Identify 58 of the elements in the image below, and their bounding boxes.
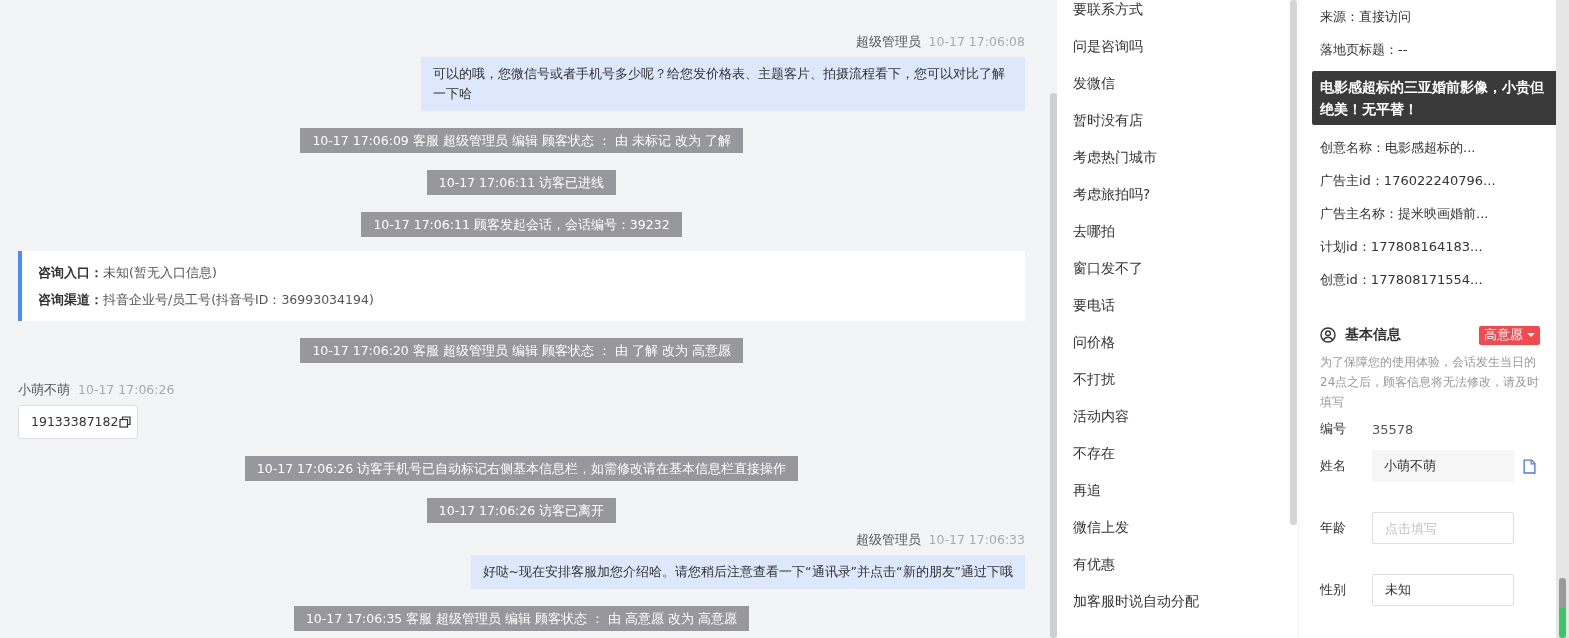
quick-reply-item[interactable]: 问价格 (1073, 324, 1290, 361)
quick-reply-item[interactable]: 加客服时说自动分配 (1073, 583, 1290, 620)
scrollbar-thumb[interactable] (1559, 578, 1566, 638)
sender-name: 超级管理员 (855, 33, 921, 51)
user-icon (1320, 327, 1336, 343)
field-label: 姓名 (1320, 457, 1347, 475)
copy-icon[interactable] (119, 416, 132, 428)
quick-reply-item[interactable]: 窗口发不了 (1073, 250, 1290, 287)
source-info-line: 计划id：177808164183... (1320, 238, 1484, 256)
quick-reply-item[interactable]: 暂时没有店 (1073, 102, 1290, 139)
field-label: 性别 (1320, 581, 1347, 599)
source-info-line: 创意id：177808171554... (1320, 271, 1484, 289)
quick-reply-item[interactable]: 不存在 (1073, 435, 1290, 472)
source-info-line: 创意名称：电影感超标的... (1320, 139, 1477, 157)
message-bubble: 可以的哦，您微信号或者手机号多少呢？给您发价格表、主题客片、拍摄流程看下，您可以对比了解一下哈 (421, 57, 1025, 111)
quick-reply-item[interactable]: 有优惠 (1073, 546, 1290, 583)
sender-name: 小萌不萌 (18, 381, 70, 399)
tooltip: 电影感超标的三亚婚前影像，小贵但绝美！无平替！ (1312, 71, 1556, 125)
source-info-line: 来源：直接访问 (1320, 8, 1412, 26)
entry-line: 咨询渠道：抖音企业号/员工号(抖音号ID：36993034194) (38, 291, 375, 309)
quick-reply-item[interactable]: 发微信 (1073, 65, 1290, 102)
name-field: 小萌不萌 (1372, 450, 1514, 482)
quick-reply-item[interactable]: 要电话 (1073, 287, 1290, 324)
message-bubble: 19133387182 (18, 405, 139, 439)
quick-reply-item[interactable]: 考虑旅拍吗? (1073, 176, 1290, 213)
status-dropdown[interactable]: 高意愿 (1479, 325, 1540, 345)
entry-line: 咨询入口：未知(暂无入口信息) (38, 264, 218, 282)
system-notice: 10-17 17:06:26 访客手机号已自动标记右侧基本信息栏，如需修改请在基本信息栏直接操作 (244, 456, 799, 481)
message-bubble: 好哒~现在安排客服加您介绍哈。请您稍后注意查看一下“通讯录”并点击“新的朋友”通过下哦 (470, 555, 1025, 589)
input-field[interactable]: 未知 (1372, 574, 1514, 606)
scrollbar-thumb[interactable] (1290, 0, 1297, 525)
field-label: 年龄 (1320, 519, 1347, 537)
system-notice: 10-17 17:06:11 顾客发起会话，会话编号：39232 (361, 212, 682, 237)
field-value: 35578 (1372, 421, 1414, 437)
system-notice: 10-17 17:06:35 客服 超级管理员 编辑 顾客状态 ： 由 高意愿 改为 高意愿 (293, 606, 750, 631)
message-time: 10-17 17:06:26 (78, 381, 175, 399)
quick-reply-item[interactable]: 再追 (1073, 472, 1290, 509)
quick-reply-item[interactable]: 活动内容 (1073, 398, 1290, 435)
system-notice: 10-17 17:06:11 访客已进线 (426, 170, 617, 195)
quick-reply-item[interactable]: 不打扰 (1073, 361, 1290, 398)
source-info-line: 广告主名称：提米映画婚前... (1320, 205, 1490, 223)
info-note: 为了保障您的使用体验，会话发生当日的24点之后，顾客信息将无法修改，请及时填写 (1320, 354, 1540, 411)
system-notice: 10-17 17:06:09 客服 超级管理员 编辑 顾客状态 ： 由 未标记 改为 了解 (300, 128, 743, 153)
quick-reply-item[interactable]: 微信上发 (1073, 509, 1290, 546)
system-notice: 10-17 17:06:20 客服 超级管理员 编辑 顾客状态 ： 由 了解 改为 高意愿 (300, 338, 743, 363)
source-info-line: 落地页标题：-- (1320, 41, 1409, 59)
quick-reply-item[interactable]: 去哪拍 (1073, 213, 1290, 250)
field-label: 编号 (1320, 420, 1347, 438)
scrollbar-thumb[interactable] (1050, 93, 1057, 638)
message-time: 10-17 17:06:33 (928, 531, 1025, 549)
sender-name: 超级管理员 (855, 531, 921, 549)
quick-reply-item[interactable]: 问是咨询吗 (1073, 28, 1290, 65)
source-info-line: 广告主id：176022240796... (1320, 172, 1497, 190)
section-title: 基本信息 (1345, 326, 1401, 344)
message-time: 10-17 17:06:08 (928, 33, 1025, 51)
system-notice: 10-17 17:06:26 访客已离开 (426, 498, 617, 523)
quick-reply-item[interactable]: 要联系方式 (1073, 0, 1290, 28)
quick-reply-item[interactable]: 考虑热门城市 (1073, 139, 1290, 176)
